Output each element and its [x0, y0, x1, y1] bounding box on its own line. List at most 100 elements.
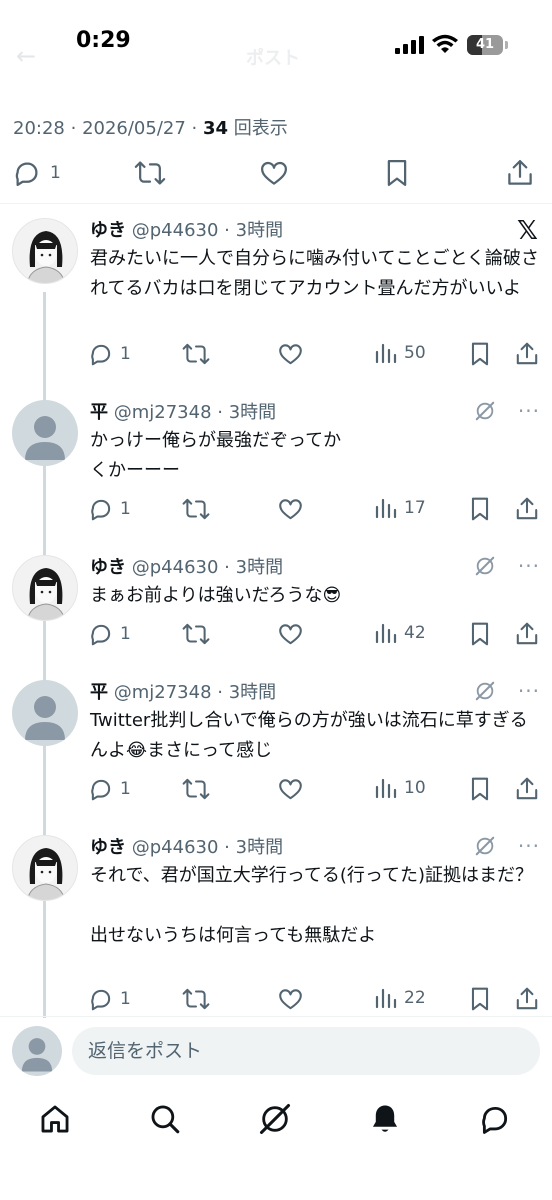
avatar[interactable]	[12, 835, 78, 901]
back-button[interactable]: ←	[16, 42, 36, 70]
repost-icon	[182, 988, 210, 1010]
display-name[interactable]: ゆき	[90, 220, 126, 241]
view-count: 22	[404, 988, 426, 1008]
reply-text: かっけー俺らが最強だぞってか くかーーー	[90, 430, 342, 481]
views-button[interactable]: 10	[374, 776, 426, 800]
bookmark-button[interactable]	[467, 986, 493, 1012]
display-name[interactable]: 平	[90, 402, 108, 423]
messages-icon	[482, 1106, 508, 1134]
display-name[interactable]: ゆき	[90, 557, 126, 578]
bookmark-button[interactable]	[382, 158, 412, 188]
search-icon	[151, 1105, 180, 1134]
views-button[interactable]: 50	[374, 341, 426, 365]
views-icon	[375, 623, 397, 644]
views-icon	[375, 498, 397, 519]
cellular-signal-icon	[395, 36, 425, 54]
more-icon[interactable]: ···	[518, 836, 540, 856]
reply-button[interactable]: 1	[88, 496, 131, 522]
handle[interactable]: @mj27348	[114, 402, 212, 423]
reply-button[interactable]: 1	[12, 158, 61, 188]
repost-button[interactable]	[134, 158, 166, 188]
like-button[interactable]	[277, 776, 304, 802]
reply-text: それで、君が国立大学行ってる(行ってた)証拠はまだ？ 出せないうちは何言っても無…	[90, 865, 533, 946]
reply-button[interactable]: 1	[88, 621, 131, 647]
more-icon[interactable]: ···	[518, 556, 540, 576]
repost-button[interactable]	[182, 341, 210, 367]
my-avatar[interactable]	[12, 1026, 62, 1076]
nav-notifications[interactable]	[368, 1102, 402, 1136]
handle[interactable]: @p44630	[132, 837, 219, 858]
like-button[interactable]	[277, 496, 304, 522]
display-name[interactable]: 平	[90, 682, 108, 703]
repost-button[interactable]	[182, 496, 210, 522]
bottom-nav	[0, 1088, 552, 1152]
nav-search[interactable]	[148, 1102, 182, 1136]
reply-input[interactable]: 返信をポスト	[72, 1027, 540, 1075]
avatar[interactable]	[12, 555, 78, 621]
grok-icon[interactable]	[474, 400, 496, 422]
share-button[interactable]	[505, 158, 535, 188]
reply-count: 1	[120, 779, 131, 799]
bookmark-icon	[471, 622, 489, 646]
views-icon	[375, 988, 397, 1009]
view-count: 42	[404, 623, 426, 643]
reply-count: 1	[120, 624, 131, 644]
views-icon	[375, 778, 397, 799]
display-name[interactable]: ゆき	[90, 837, 126, 858]
reply-icon	[15, 162, 38, 186]
reply-header: 平 @mj27348 · 3時間	[90, 682, 277, 703]
view-count-label: 回表示	[233, 118, 288, 139]
avatar[interactable]	[12, 680, 78, 746]
grok-icon	[259, 1103, 291, 1135]
repost-button[interactable]	[182, 621, 210, 647]
share-button[interactable]	[514, 341, 540, 367]
bookmark-button[interactable]	[467, 496, 493, 522]
share-icon	[516, 622, 538, 645]
like-button[interactable]	[277, 621, 304, 647]
repost-icon	[182, 343, 210, 365]
repost-button[interactable]	[182, 986, 210, 1012]
nav-messages[interactable]	[478, 1102, 512, 1136]
share-button[interactable]	[514, 496, 540, 522]
nav-grok[interactable]	[258, 1102, 292, 1136]
nav-home[interactable]	[38, 1102, 72, 1136]
bookmark-button[interactable]	[467, 776, 493, 802]
like-icon	[279, 989, 302, 1010]
grok-icon[interactable]	[474, 835, 496, 857]
bookmark-icon	[471, 777, 489, 801]
share-button[interactable]	[514, 986, 540, 1012]
notifications-icon	[372, 1105, 398, 1132]
views-button[interactable]: 17	[374, 496, 426, 520]
x-logo-icon: 𝕏	[517, 216, 538, 246]
repost-button[interactable]	[182, 776, 210, 802]
handle[interactable]: @p44630	[132, 557, 219, 578]
reply-button[interactable]: 1	[88, 776, 131, 802]
like-button[interactable]	[277, 986, 304, 1012]
views-button[interactable]: 42	[374, 621, 426, 645]
handle[interactable]: @mj27348	[114, 682, 212, 703]
grok-icon[interactable]	[474, 680, 496, 702]
share-button[interactable]	[514, 621, 540, 647]
views-button[interactable]: 22	[374, 986, 426, 1010]
reply-button[interactable]: 1	[88, 341, 131, 367]
reply-count: 1	[120, 499, 131, 519]
bookmark-icon	[387, 160, 407, 186]
like-button[interactable]	[258, 158, 290, 188]
bookmark-button[interactable]	[467, 341, 493, 367]
handle[interactable]: @p44630	[132, 220, 219, 241]
avatar[interactable]	[12, 218, 78, 284]
avatar[interactable]	[12, 400, 78, 466]
like-button[interactable]	[277, 341, 304, 367]
more-icon[interactable]: ···	[518, 681, 540, 701]
timestamp: 3時間	[235, 220, 284, 241]
bookmark-button[interactable]	[467, 621, 493, 647]
timestamp: 3時間	[235, 837, 284, 858]
grok-icon[interactable]	[474, 555, 496, 577]
more-icon[interactable]: ···	[518, 401, 540, 421]
reply-button[interactable]: 1	[88, 986, 131, 1012]
share-button[interactable]	[514, 776, 540, 802]
like-icon	[260, 161, 288, 185]
bookmark-icon	[471, 342, 489, 366]
home-icon	[41, 1105, 69, 1133]
reply-composer: 返信をポスト	[0, 1018, 552, 1084]
